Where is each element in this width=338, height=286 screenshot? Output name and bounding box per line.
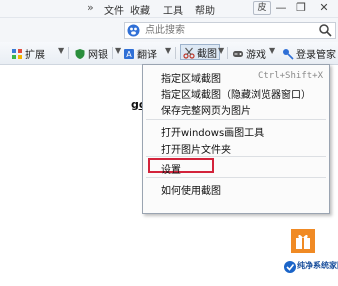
menu-divider	[146, 119, 326, 120]
netbank-button[interactable]: 网银	[74, 46, 108, 61]
screenshot-dropdown-menu: 指定区域截图 Ctrl+Shift+X 指定区域截图（隐藏浏览器窗口） 保存完整…	[142, 64, 330, 214]
menu-item-settings[interactable]: 设置	[161, 161, 181, 176]
menu-favorites[interactable]: 收藏	[130, 2, 150, 17]
logo-icon	[284, 261, 296, 273]
settings-highlight-box	[148, 158, 214, 173]
gamepad-icon	[233, 51, 243, 57]
menu-item-region-screenshot-hide-browser[interactable]: 指定区域截图（隐藏浏览器窗口）	[161, 86, 311, 101]
watermark-logo: 纯净系统家园	[283, 256, 338, 278]
login-manager-button[interactable]: 登录管家	[282, 46, 336, 61]
netbank-label: 网银	[88, 50, 108, 61]
key-icon	[283, 49, 294, 60]
minimize-button[interactable]: —	[273, 1, 289, 15]
toolbar-divider	[175, 47, 176, 59]
svg-text:A: A	[126, 50, 132, 59]
address-row	[0, 18, 338, 42]
chevron-down-icon[interactable]: ▼	[115, 46, 121, 55]
menu-item-open-paint[interactable]: 打开windows画图工具	[161, 124, 264, 139]
menu-tools[interactable]: 工具	[163, 2, 183, 17]
gift-icon	[296, 234, 310, 249]
grid-icon	[12, 49, 22, 59]
menu-help[interactable]: 帮助	[195, 2, 215, 17]
watermark-text: 纯净系统家园	[297, 261, 338, 270]
menu-item-region-screenshot[interactable]: 指定区域截图	[161, 70, 221, 85]
search-input[interactable]	[145, 23, 311, 38]
search-engine-logo-icon[interactable]	[127, 24, 140, 37]
game-label: 游戏	[246, 50, 266, 61]
menu-divider	[146, 177, 326, 178]
scissors-icon	[183, 47, 195, 59]
translate-icon: A	[124, 49, 134, 59]
translate-label: 翻译	[137, 50, 157, 61]
extensions-button[interactable]: 扩展	[11, 46, 45, 61]
search-icon[interactable]	[318, 23, 332, 37]
promo-icon[interactable]	[291, 229, 315, 253]
search-box[interactable]	[124, 22, 336, 39]
menu-item-how-to-use[interactable]: 如何使用截图	[161, 182, 221, 197]
chevron-down-icon[interactable]: ▼	[218, 46, 224, 55]
toolbar-divider	[112, 47, 113, 59]
chevron-down-icon[interactable]: ▼	[269, 46, 275, 55]
translate-button[interactable]: A 翻译	[123, 46, 157, 61]
menu-file[interactable]: 文件	[104, 2, 124, 17]
chevron-down-icon[interactable]: ▼	[58, 46, 64, 55]
skin-button[interactable]: 皮	[253, 1, 271, 15]
toolbar-divider	[227, 47, 228, 59]
screenshot-button[interactable]: 截图	[180, 44, 220, 60]
toolbar-divider	[68, 47, 69, 59]
game-button[interactable]: 游戏	[232, 46, 266, 61]
title-bar: » 文件 收藏 工具 帮助 皮 — ❐ ✕	[0, 0, 338, 18]
menu-item-open-image-folder[interactable]: 打开图片文件夹	[161, 141, 231, 156]
chevron-down-icon[interactable]: ▼	[165, 46, 171, 55]
login-manager-label: 登录管家	[296, 50, 336, 61]
menu-item-save-page-as-image[interactable]: 保存完整网页为图片	[161, 102, 251, 117]
restore-button[interactable]: ❐	[293, 1, 309, 15]
shield-icon	[75, 49, 85, 59]
toolbar: 扩展 ▼ 网银 ▼ A 翻译 ▼ 截图 ▼ 游戏 ▼ 登录管家	[0, 42, 338, 65]
screenshot-label: 截图	[197, 49, 217, 60]
menu-divider	[146, 156, 326, 157]
extensions-label: 扩展	[25, 50, 45, 61]
close-button[interactable]: ✕	[316, 1, 332, 15]
chevron-right-icon[interactable]: »	[87, 1, 94, 14]
shortcut-label: Ctrl+Shift+X	[257, 71, 323, 81]
